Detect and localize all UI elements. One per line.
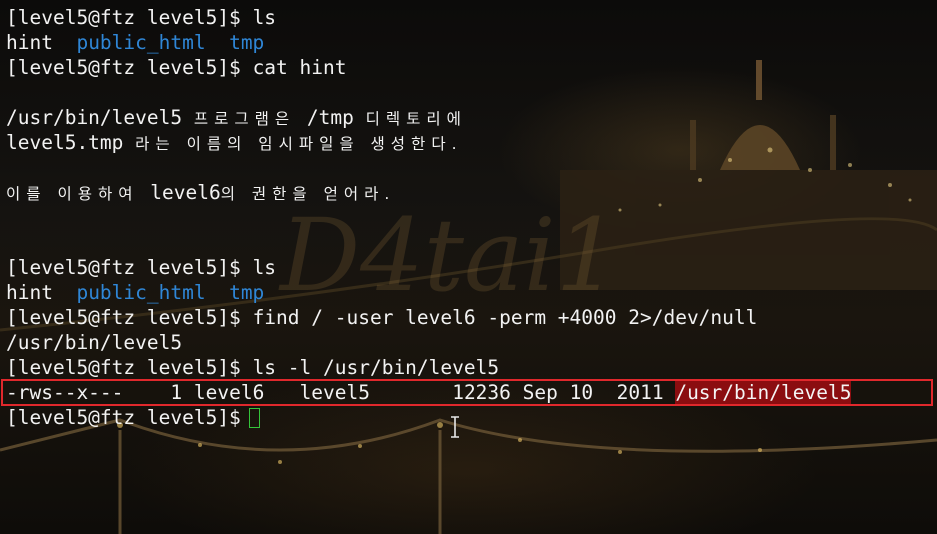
link-count: 1: [170, 381, 183, 404]
terminal-line-1: [level5@ftz level5]$ ls: [6, 5, 931, 30]
terminal-line-3: [level5@ftz level5]$ cat hint: [6, 55, 931, 80]
terminal-line-15: [level5@ftz level5]$ ls -l /usr/bin/leve…: [6, 355, 931, 380]
file-path-setuid: /usr/bin/level5: [675, 381, 852, 404]
hint-line-3: 이를 이용하여 level6의 권한을 얻어라.: [6, 181, 396, 204]
dir-public-html: public_html: [76, 281, 206, 304]
prompt: [level5@ftz level5]$: [6, 306, 241, 329]
terminal-line-2: hint public_html tmp: [6, 30, 931, 55]
prompt: [level5@ftz level5]$: [6, 406, 241, 429]
file-day: 10: [569, 381, 594, 404]
file-hint: hint: [6, 281, 53, 304]
prompt: [level5@ftz level5]$: [6, 356, 241, 379]
terminal-output[interactable]: [level5@ftz level5]$ ls hint public_html…: [1, 5, 933, 430]
i-beam-cursor-icon: [451, 416, 459, 438]
terminal-line-13: [level5@ftz level5]$ find / -user level6…: [6, 305, 931, 330]
prompt: [level5@ftz level5]$: [6, 56, 241, 79]
dir-tmp: tmp: [229, 281, 265, 304]
file-owner: level6: [193, 381, 265, 404]
file-group: level5: [299, 381, 371, 404]
file-size: 12236: [452, 381, 511, 404]
prompt: [level5@ftz level5]$: [6, 256, 241, 279]
terminal-line-11: [level5@ftz level5]$ ls: [6, 255, 931, 280]
ls-long-output-highlighted: -rws--x--- 1 level6 level5 12236 Sep 10 …: [1, 379, 933, 406]
prompt: [level5@ftz level5]$: [6, 6, 241, 29]
file-month: Sep: [522, 381, 558, 404]
dir-public-html: public_html: [76, 31, 206, 54]
dir-tmp: tmp: [229, 31, 265, 54]
hint-line-1: /usr/bin/level5 프로그램은 /tmp 디렉토리에: [6, 106, 467, 129]
text-cursor-block: [248, 408, 260, 428]
command: find / -user level6 -perm +4000 2>/dev/n…: [252, 306, 758, 329]
command: ls: [252, 6, 277, 29]
command: ls -l /usr/bin/level5: [252, 356, 500, 379]
command: ls: [252, 256, 277, 279]
file-hint: hint: [6, 31, 53, 54]
terminal-line-12: hint public_html tmp: [6, 280, 931, 305]
command: cat hint: [252, 56, 347, 79]
file-permissions: -rws--x---: [6, 381, 124, 404]
file-year: 2011: [616, 381, 664, 404]
find-result: /usr/bin/level5: [6, 331, 183, 354]
current-prompt-line[interactable]: [level5@ftz level5]$: [6, 405, 931, 430]
hint-line-2: level5.tmp 라는 이름의 임시파일을 생성한다.: [6, 131, 463, 154]
